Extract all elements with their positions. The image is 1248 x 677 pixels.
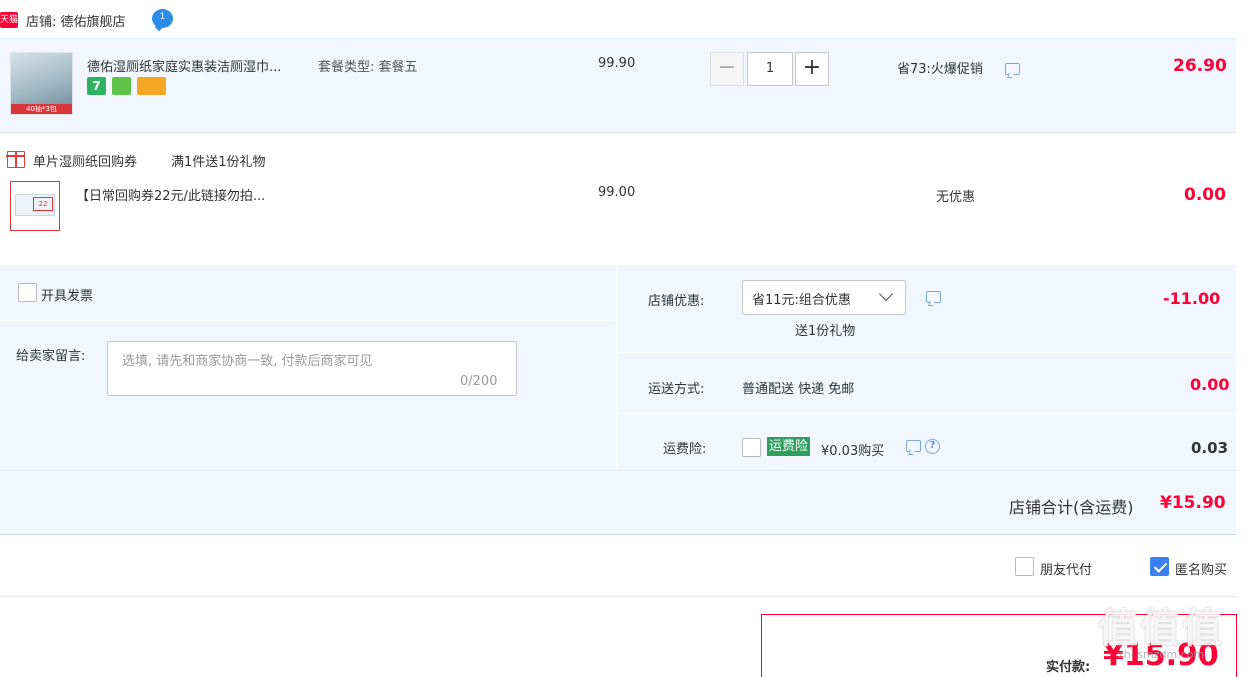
credit-card-icon <box>137 77 166 95</box>
message-label: 给卖家留言: <box>16 349 86 364</box>
item-discount: 省73:火爆促销 <box>897 62 983 77</box>
wangwang-badge: 1 <box>159 12 166 22</box>
wangwang-chat-icon[interactable]: 1 <box>152 9 173 28</box>
discount-info-icon[interactable] <box>1005 63 1020 75</box>
item-title-link[interactable]: 德佑湿厕纸家庭实惠装洁厕湿巾... <box>87 56 281 75</box>
quantity-decrease-button[interactable]: − <box>710 52 744 86</box>
item-unit-price: 99.00 <box>598 185 636 200</box>
divider <box>616 265 617 470</box>
seven-day-return-icon: 7 <box>87 77 106 95</box>
quantity-input[interactable]: 1 <box>747 52 793 86</box>
store-header <box>0 0 1248 38</box>
insurance-info-icon[interactable] <box>906 440 921 452</box>
insurance-label: 运费险: <box>663 442 707 457</box>
divider <box>617 413 1236 414</box>
item-discount: 无优惠 <box>936 190 976 205</box>
service-robot-icon <box>112 77 131 95</box>
gift-icon <box>6 151 25 168</box>
promo-title: 单片湿厕纸回购券 <box>33 155 138 170</box>
shipping-method: 普通配送 快递 免邮 <box>742 382 855 397</box>
pay-label: 实付款: <box>1046 660 1091 675</box>
item-thumbnail[interactable]: 22 <box>10 181 60 231</box>
tmall-logo-icon: 天猫 <box>0 12 18 28</box>
message-char-count: 0/200 <box>460 374 498 389</box>
divider <box>0 596 1236 597</box>
store-discount-label: 店铺优惠: <box>648 294 705 309</box>
store-name-link[interactable]: 店铺: 德佑旗舰店 <box>26 11 126 30</box>
insurance-amount: 0.03 <box>1191 439 1229 457</box>
anonymous-label: 匿名购买 <box>1175 563 1228 578</box>
invoice-checkbox[interactable] <box>18 283 37 302</box>
item-title-link[interactable]: 【日常回购券22元/此链接勿拍... <box>76 185 265 204</box>
anonymous-checkbox[interactable] <box>1150 557 1169 576</box>
discount-info-icon[interactable] <box>926 291 941 303</box>
watermark: 值值值 <box>1098 606 1224 652</box>
thumbnail-label: 40抽*3包 <box>11 104 72 114</box>
item-thumbnail[interactable]: 40抽*3包 <box>10 52 73 115</box>
quantity-increase-button[interactable]: + <box>795 52 829 86</box>
insurance-checkbox[interactable] <box>742 438 761 457</box>
watermark-sub: zhi.smzdm.com <box>1118 648 1205 661</box>
store-discount-value: 省11元:组合优惠 <box>752 293 851 308</box>
shipping-amount: 0.00 <box>1190 375 1230 394</box>
cart-item-row <box>0 38 1236 133</box>
item-total: 26.90 <box>1173 56 1227 76</box>
divider <box>617 352 1236 353</box>
friend-pay-checkbox[interactable] <box>1015 557 1034 576</box>
store-total-label: 店铺合计(含运费) <box>1009 498 1134 517</box>
store-discount-amount: -11.00 <box>1163 289 1221 308</box>
insurance-price: ¥0.03购买 <box>821 444 885 459</box>
invoice-label: 开具发票 <box>41 289 94 304</box>
promo-detail: 满1件送1份礼物 <box>171 155 266 170</box>
item-sku: 套餐类型: 套餐五 <box>318 60 418 75</box>
item-total: 0.00 <box>1184 185 1226 205</box>
help-icon[interactable]: ? <box>925 439 940 454</box>
friend-pay-label: 朋友代付 <box>1040 563 1093 578</box>
store-total-amount: ¥15.90 <box>1160 493 1226 513</box>
coupon-stamp: 22 <box>33 197 53 211</box>
shipping-label: 运送方式: <box>648 382 705 397</box>
message-placeholder: 选填, 请先和商家协商一致, 付款后商家可见 <box>122 354 373 369</box>
item-unit-price: 99.90 <box>598 56 636 71</box>
store-discount-note: 送1份礼物 <box>795 324 856 339</box>
divider <box>0 320 616 321</box>
insurance-badge: 运费险 <box>767 437 811 456</box>
